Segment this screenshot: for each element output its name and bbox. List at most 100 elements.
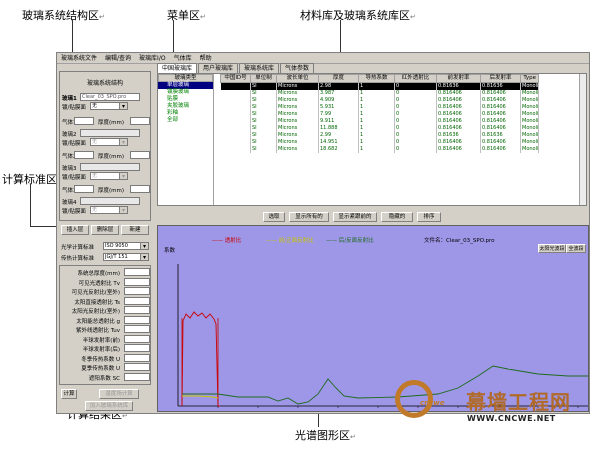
sort-button[interactable]: 排序 <box>417 212 441 222</box>
gas1-thickness-field[interactable] <box>130 117 150 125</box>
table-cell: 1 <box>358 131 395 139</box>
table-cell: 0 <box>394 110 437 118</box>
result-label: 太阳光反射比(室外) <box>71 309 120 315</box>
table-column-header[interactable]: 红外透射比 <box>394 74 437 83</box>
table-row[interactable]: SI Microns 11.888 1 0 0.816406 0.816406 Monoli <box>220 124 540 132</box>
menu-item-gas[interactable]: 气体库 <box>170 53 196 63</box>
optical-standard-select[interactable]: ISO 9050 <box>103 242 149 250</box>
table-row[interactable]: SI Microns 5.931 1 0 0.816406 0.816406 Monoli <box>220 103 540 111</box>
table-cell: Monoli <box>520 103 540 111</box>
result-value-field <box>124 277 150 286</box>
table-column-header[interactable]: 厚度 <box>318 74 359 83</box>
table-column-header[interactable]: 单位制 <box>250 74 277 83</box>
delete-layer-button[interactable]: 删除层 <box>91 225 119 235</box>
glass2-field[interactable] <box>80 129 140 137</box>
table-column-header[interactable]: 导热系数 <box>358 74 395 83</box>
table-row[interactable]: SI Microns 4.909 1 0 0.816406 0.816406 Monoli <box>220 96 540 104</box>
table-row[interactable]: SI Microns 3.987 1 0 0.816406 0.816406 Monoli <box>220 89 540 97</box>
spectrum-chart: —— 透射比 —— 前/正面反射比 —— 后/反面反射比 系数 文件名：Clea… <box>157 225 589 412</box>
table-cell: 0 <box>394 82 437 90</box>
menu-item-file[interactable]: 玻璃系统文件 <box>57 53 101 63</box>
table-column-header[interactable]: 后发射率 <box>480 74 521 83</box>
tab-user-glass[interactable]: 用户玻璃库 <box>198 63 239 73</box>
menu-item-help[interactable]: 帮助 <box>196 53 216 63</box>
callout-library: 材料库及玻璃系统库区↵ <box>300 9 416 22</box>
menu-item-glass-io[interactable]: 玻璃库I/O <box>135 53 170 63</box>
callout-calc-standard: 计算标准区↵ <box>2 173 63 186</box>
category-header: 玻璃类型 <box>158 74 213 82</box>
category-item[interactable]: 镀膜玻璃 <box>158 89 213 96</box>
gas3-thickness-field[interactable] <box>130 185 150 193</box>
table-cell: 0.816406 <box>480 96 521 104</box>
result-value-field <box>124 315 150 324</box>
category-item[interactable]: 贴膜 <box>158 96 213 103</box>
show-adjacent-button[interactable]: 显示紧跟前的 <box>333 212 377 222</box>
hidden-button[interactable]: 隐藏的 <box>381 212 413 222</box>
table-cell: 0.81636 <box>436 82 481 90</box>
table-row[interactable]: SI Microns 18.682 1 0 0.816406 0.816406 Monoli <box>220 145 540 153</box>
gas1-field[interactable] <box>74 117 94 125</box>
table-cell: Monoli <box>520 131 540 139</box>
table-cell <box>220 110 251 118</box>
result-value-field <box>124 325 150 333</box>
watermark-logo-sub: cncwe <box>420 399 445 407</box>
table-cell: 0.816406 <box>436 89 481 97</box>
table-column-header[interactable]: 波长单位 <box>276 74 319 83</box>
glass4-field[interactable] <box>80 197 140 205</box>
tab-gas-params[interactable]: 气体参数 <box>280 63 315 73</box>
gas3-field[interactable] <box>74 185 94 193</box>
insert-layer-button[interactable]: 插入层 <box>61 225 89 235</box>
table-cell: 0.816406 <box>480 89 521 97</box>
tab-china-glass[interactable]: 中国玻璃库 <box>157 63 198 73</box>
table-cell: 0 <box>394 96 437 104</box>
category-item[interactable]: 彩釉 <box>158 110 213 117</box>
temperature-calc-button[interactable]: 温度场计算 <box>99 389 139 399</box>
library-table-area: 玻璃类型 ▶单层玻璃 镀膜玻璃 贴膜 夹胶玻璃 彩釉 全部 中国ID号单位制波长… <box>157 73 587 206</box>
gas2-thickness-field[interactable] <box>130 151 150 159</box>
glass1-film-select[interactable]: 无 <box>90 102 128 110</box>
table-row[interactable]: SI Microns 2.99 1 0 0.81636 0.81636 Monoli <box>220 131 540 139</box>
category-item[interactable]: ▶单层玻璃 <box>158 82 213 89</box>
category-item[interactable]: 夹胶玻璃 <box>158 103 213 110</box>
result-value-field <box>124 363 150 371</box>
table-row[interactable]: SI Microns 7.99 1 0 0.816406 0.816406 Monoli <box>220 110 540 118</box>
table-cell: SI <box>250 96 277 104</box>
show-all-button[interactable]: 显示所有的 <box>289 212 329 222</box>
table-cell: Microns <box>276 117 319 125</box>
gas2-field[interactable] <box>74 151 94 159</box>
table-cell: 4.909 <box>318 96 359 104</box>
glass3-label: 玻璃3 <box>62 166 77 172</box>
glass4-film-label: 镀/贴膜面 <box>62 209 86 215</box>
table-column-header[interactable]: Type <box>519 74 540 83</box>
new-button[interactable]: 新建 <box>121 225 149 235</box>
calculate-button[interactable]: 计算 <box>61 389 77 399</box>
glass3-film-select[interactable]: 无 <box>90 172 128 180</box>
glass1-field[interactable]: Clear_03_SPO.pro <box>80 93 140 101</box>
glass3-field[interactable] <box>80 163 140 171</box>
callout-glass-structure: 玻璃系统结构区↵ <box>22 9 105 22</box>
result-label: 可见光透射比 Tv <box>78 280 120 287</box>
tab-glass-system[interactable]: 玻璃系统库 <box>239 63 280 73</box>
table-cell: SI <box>250 89 277 97</box>
menu-item-edit[interactable]: 编辑/查询 <box>101 53 135 63</box>
result-value-field <box>124 344 150 352</box>
table-column-header[interactable]: 中国ID号 <box>220 74 251 83</box>
table-row[interactable]: SI Microns 9.911 1 0 0.816406 0.816406 Monoli <box>220 117 540 125</box>
table-scrollbar[interactable] <box>579 74 586 205</box>
table-cell: 0 <box>394 138 437 146</box>
table-cell: 0.816406 <box>436 145 481 153</box>
thermal-standard-select[interactable]: JGJ/T 151 <box>103 253 149 261</box>
glass2-film-select[interactable]: 无 <box>90 138 128 146</box>
table-cell: 2.98 <box>318 82 359 90</box>
table-row[interactable]: SI Microns 14.951 1 0 0.816406 0.816406 Monoli <box>220 138 540 146</box>
category-item[interactable]: 全部 <box>158 117 213 124</box>
table-column-header[interactable]: 前发射率 <box>436 74 481 83</box>
add-to-system-library-button[interactable]: 加入玻璃系统库 <box>85 401 133 411</box>
result-value-field <box>124 353 150 362</box>
table-row[interactable]: SI Microns 2.98 1 0 0.81636 0.81636 Monoli <box>220 82 540 90</box>
table-cell: 14.951 <box>318 138 359 146</box>
table-cell: Monoli <box>520 89 540 97</box>
glass4-film-select[interactable]: 无 <box>90 206 128 214</box>
glass1-label: 玻璃1 <box>62 96 77 102</box>
select-button[interactable]: 选取 <box>263 212 285 222</box>
